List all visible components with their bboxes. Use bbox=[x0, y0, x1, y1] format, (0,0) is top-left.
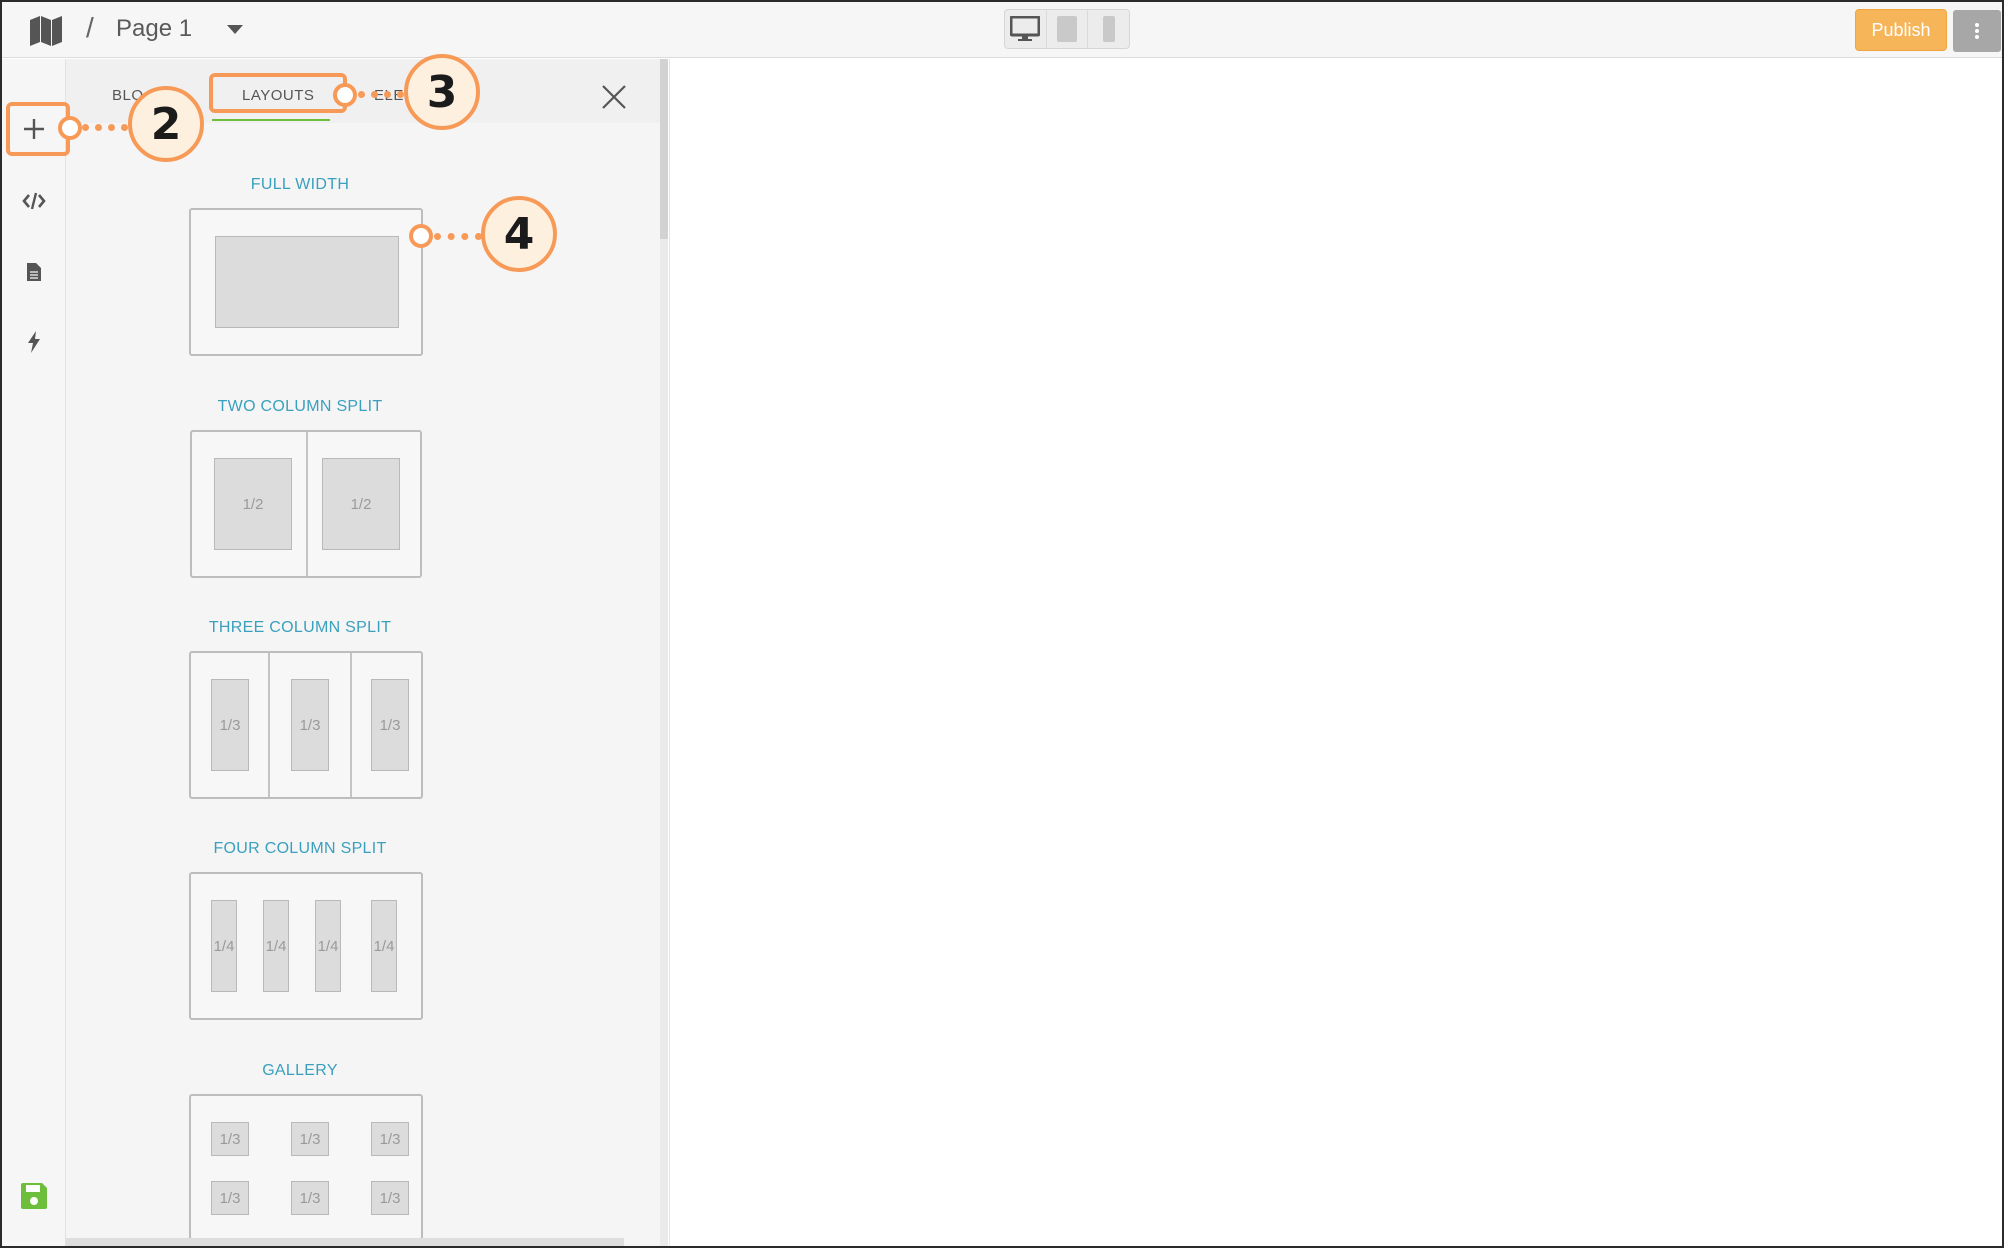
device-switcher bbox=[1004, 9, 1130, 49]
callout-connector bbox=[82, 124, 128, 131]
callout-badge-4: 4 bbox=[481, 196, 557, 272]
column-divider bbox=[350, 653, 352, 797]
code-button[interactable] bbox=[14, 181, 54, 221]
code-icon bbox=[22, 192, 46, 210]
layout-four-column-split[interactable]: 1/4 1/4 1/4 1/4 bbox=[189, 872, 423, 1020]
callout-anchor-dot bbox=[58, 116, 82, 140]
save-button[interactable] bbox=[14, 1176, 54, 1216]
tablet-view-button[interactable] bbox=[1047, 10, 1089, 48]
callout-highlight-layouts-tab bbox=[209, 73, 347, 113]
layout-three-column-split[interactable]: 1/3 1/3 1/3 bbox=[189, 651, 423, 799]
layout-cell: 1/3 bbox=[371, 679, 409, 771]
publish-button[interactable]: Publish bbox=[1855, 9, 1947, 51]
pages-button[interactable] bbox=[14, 252, 54, 292]
layout-cell: 1/4 bbox=[211, 900, 237, 992]
layout-title-two-column: TWO COLUMN SPLIT bbox=[217, 398, 383, 415]
vertical-dots-icon bbox=[1975, 23, 1979, 39]
column-divider bbox=[306, 432, 308, 576]
scrollbar-thumb[interactable] bbox=[660, 59, 668, 239]
close-icon[interactable] bbox=[600, 83, 628, 111]
layout-full-width[interactable] bbox=[189, 208, 423, 356]
layout-cell: 1/3 bbox=[291, 679, 329, 771]
mobile-view-button[interactable] bbox=[1088, 10, 1129, 48]
layout-title-three-column: THREE COLUMN SPLIT bbox=[208, 619, 392, 636]
layout-cell bbox=[215, 236, 399, 328]
column-divider bbox=[268, 653, 270, 797]
page-dropdown-button[interactable] bbox=[220, 18, 250, 42]
layouts-panel: BLO LAYOUTS ELE FULL WIDTH TWO COLUMN SP… bbox=[66, 59, 668, 1246]
layout-cell: 1/3 bbox=[371, 1122, 409, 1156]
app-window: / Page 1 Publish BLO LAYOUTS ELE FULL WI… bbox=[0, 0, 2004, 1248]
page-title[interactable]: Page 1 bbox=[116, 15, 192, 43]
layout-cell: 1/3 bbox=[211, 1122, 249, 1156]
layout-cell: 1/3 bbox=[371, 1181, 409, 1215]
layout-cell: 1/4 bbox=[263, 900, 289, 992]
horizontal-scrollbar[interactable] bbox=[66, 1238, 624, 1246]
desktop-icon bbox=[1010, 16, 1041, 41]
layout-cell: 1/3 bbox=[291, 1122, 329, 1156]
caret-down-icon bbox=[227, 25, 243, 34]
layout-title-full-width: FULL WIDTH bbox=[250, 176, 350, 193]
desktop-view-button[interactable] bbox=[1005, 10, 1047, 48]
save-icon bbox=[21, 1183, 47, 1209]
breadcrumb-separator: / bbox=[86, 12, 94, 43]
more-options-button[interactable] bbox=[1953, 10, 2001, 52]
layout-gallery[interactable]: 1/3 1/3 1/3 1/3 1/3 1/3 bbox=[189, 1094, 423, 1240]
callout-anchor-dot bbox=[333, 83, 357, 107]
callout-badge-2: 2 bbox=[128, 86, 204, 162]
layout-cell: 1/4 bbox=[315, 900, 341, 992]
page-canvas[interactable] bbox=[669, 59, 2002, 1246]
callout-connector bbox=[434, 233, 482, 240]
callout-badge-3: 3 bbox=[404, 54, 480, 130]
left-toolbar bbox=[2, 59, 66, 1246]
layout-cell: 1/2 bbox=[214, 458, 292, 550]
layout-cell: 1/3 bbox=[211, 1181, 249, 1215]
layout-cell: 1/3 bbox=[291, 1181, 329, 1215]
top-bar: / Page 1 Publish bbox=[2, 2, 2002, 58]
map-logo-icon[interactable] bbox=[28, 14, 64, 46]
tablet-icon bbox=[1057, 16, 1077, 42]
active-tab-indicator bbox=[212, 119, 330, 121]
document-icon bbox=[27, 263, 41, 281]
layout-title-four-column: FOUR COLUMN SPLIT bbox=[213, 840, 387, 857]
mobile-icon bbox=[1102, 16, 1115, 42]
layout-cell: 1/4 bbox=[371, 900, 397, 992]
callout-anchor-dot bbox=[409, 224, 433, 248]
layout-title-gallery: GALLERY bbox=[262, 1062, 338, 1079]
callout-connector bbox=[358, 91, 404, 98]
layout-two-column-split[interactable]: 1/2 1/2 bbox=[190, 430, 422, 578]
actions-button[interactable] bbox=[14, 322, 54, 362]
lightning-icon bbox=[28, 331, 40, 353]
layout-cell: 1/3 bbox=[211, 679, 249, 771]
layout-cell: 1/2 bbox=[322, 458, 400, 550]
panel-scrollbar[interactable] bbox=[660, 59, 668, 1246]
